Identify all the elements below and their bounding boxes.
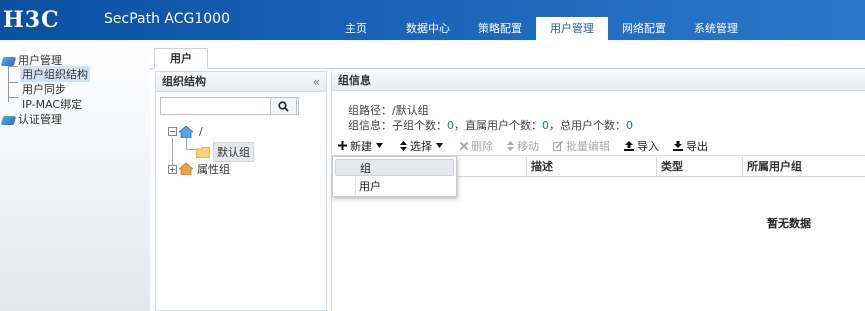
left-sidebar: 用户管理 用户组织结构 用户同步 IP-MAC绑定 认证管理 <box>0 40 150 311</box>
direct-user-count: 0 <box>542 119 549 132</box>
caret-down-icon <box>436 143 443 148</box>
org-structure-panel: 组织结构 « − / 默认组 + 属性组 <box>155 71 327 311</box>
sort-icon <box>507 140 514 151</box>
h3c-logo: H3C <box>3 7 60 33</box>
nav-system-management[interactable]: 系统管理 <box>680 17 752 40</box>
sidebar-item-org-structure[interactable]: 用户组织结构 <box>20 66 90 82</box>
tab-user[interactable]: 用户 <box>154 48 208 69</box>
upload-icon <box>624 140 634 151</box>
nav-network-config[interactable]: 网络配置 <box>608 17 680 40</box>
column-type[interactable]: 类型 <box>656 157 742 177</box>
tree-line <box>8 97 18 98</box>
select-button[interactable]: 选择 <box>400 138 446 154</box>
import-button[interactable]: 导入 <box>624 138 659 154</box>
default-group-label: 默认组 <box>213 142 254 162</box>
collapse-icon[interactable]: « <box>313 72 320 92</box>
book-icon <box>0 115 17 125</box>
product-name: SecPath ACG1000 <box>104 11 230 27</box>
group-path: 组路径：/默认组 <box>348 104 429 117</box>
tree-node-default-group[interactable]: 默认组 <box>196 142 254 162</box>
nav-home[interactable]: 主页 <box>320 17 392 40</box>
tree-line <box>8 82 18 83</box>
move-button[interactable]: 移动 <box>507 138 539 154</box>
sidebar-item-ip-mac-binding[interactable]: IP-MAC绑定 <box>22 96 82 112</box>
sidebar-item-user-sync[interactable]: 用户同步 <box>22 81 66 97</box>
toolbar: 新建 选择 删除 移动 批量编辑 导入 导出 <box>332 136 865 156</box>
sort-icon <box>400 140 407 151</box>
edit-icon <box>553 140 563 151</box>
home-icon <box>179 125 193 138</box>
delete-button[interactable]: 删除 <box>460 138 493 154</box>
nav-user-management[interactable]: 用户管理 <box>536 17 608 40</box>
search-icon <box>278 100 289 112</box>
tree-node-attr-group[interactable]: + 属性组 <box>168 161 230 177</box>
expand-toggle-icon[interactable]: + <box>168 164 177 174</box>
book-icon <box>0 56 17 66</box>
top-header: H3C SecPath ACG1000 主页 数据中心 策略配置 用户管理 网络… <box>0 0 865 40</box>
empty-state: 暂无数据 <box>767 217 811 230</box>
top-nav: 主页 数据中心 策略配置 用户管理 网络配置 系统管理 <box>320 17 752 40</box>
nav-policy-config[interactable]: 策略配置 <box>464 17 536 40</box>
menu-item-user[interactable]: 用户 <box>335 178 454 195</box>
caret-down-icon <box>376 143 383 148</box>
nav-data-center[interactable]: 数据中心 <box>392 17 464 40</box>
close-icon <box>460 141 468 150</box>
subgroup-count: 0 <box>447 119 454 132</box>
batch-edit-button[interactable]: 批量编辑 <box>553 138 610 154</box>
folder-icon <box>196 146 210 158</box>
collapse-toggle-icon[interactable]: − <box>168 127 177 136</box>
sidebar-group-auth-management[interactable]: 认证管理 <box>0 111 62 127</box>
home-icon <box>179 163 193 175</box>
export-button[interactable]: 导出 <box>673 138 708 154</box>
total-user-count: 0 <box>626 119 633 132</box>
group-stats: 组信息：子组个数：0，直属用户个数：0，总用户个数：0 <box>348 119 633 132</box>
tree-node-root[interactable]: − / <box>168 125 203 138</box>
search-button[interactable] <box>270 97 297 115</box>
column-user-group[interactable]: 所属用户组 <box>742 157 865 177</box>
download-icon <box>673 140 683 151</box>
group-info-header: 组信息 <box>332 71 865 91</box>
new-button[interactable]: 新建 <box>338 138 386 154</box>
tree-line <box>186 149 196 150</box>
menu-item-group[interactable]: 组 <box>335 159 454 176</box>
new-dropdown-menu: 组 用户 <box>332 156 457 197</box>
org-structure-header: 组织结构 « <box>156 72 326 92</box>
column-description[interactable]: 描述 <box>526 157 656 177</box>
tab-bar: 用户 <box>150 40 865 69</box>
plus-icon <box>338 141 347 150</box>
